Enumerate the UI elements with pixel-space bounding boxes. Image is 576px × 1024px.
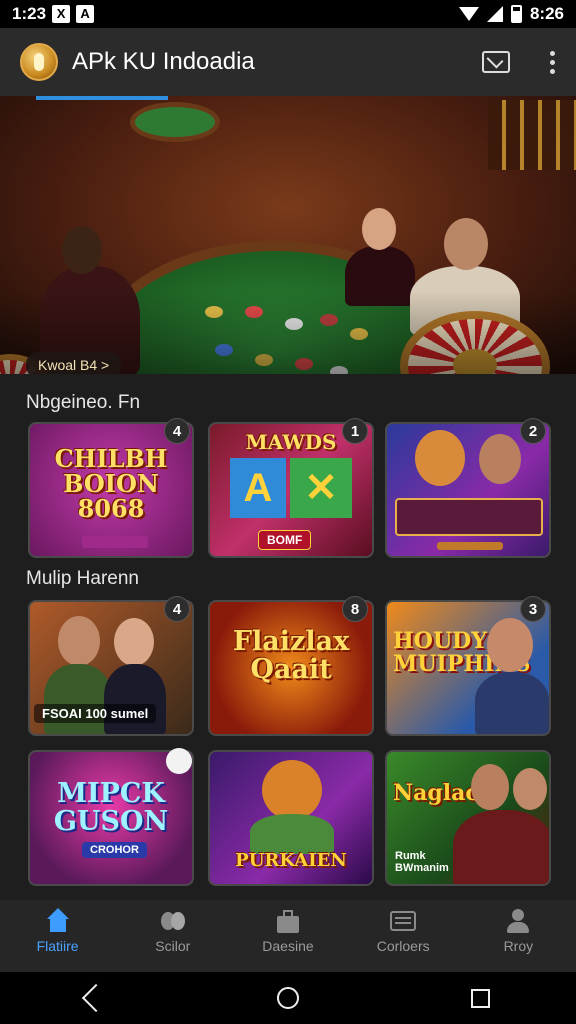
game-card-title: PURKAIEN xyxy=(235,850,347,871)
nav-label: Corloers xyxy=(376,938,430,954)
person-body xyxy=(104,664,166,734)
game-card-sub: FSOAI 100 sumel xyxy=(34,704,157,723)
symbol-a: A xyxy=(230,458,286,518)
wifi-icon xyxy=(458,7,479,21)
list-icon xyxy=(389,908,417,934)
lion-mascot xyxy=(415,430,465,486)
home-icon xyxy=(44,908,72,934)
back-icon[interactable] xyxy=(81,983,110,1013)
rank-badge: 1 xyxy=(342,418,368,444)
favorite-badge-icon[interactable] xyxy=(166,748,192,774)
game-card[interactable]: FSOAI 100 sumel xyxy=(28,600,194,736)
nav-item-corloers[interactable]: Corloers xyxy=(353,908,453,954)
battery-icon xyxy=(510,5,522,23)
game-card[interactable]: PURKAIEN xyxy=(208,750,374,886)
home-circle-icon[interactable] xyxy=(277,987,300,1009)
rank-badge: 4 xyxy=(164,596,190,622)
nav-item-home[interactable]: Flatiire xyxy=(8,908,108,954)
nav-label: Rroy xyxy=(503,938,534,954)
section-title-1: Nbgeineo. Fn xyxy=(26,392,141,413)
rank-badge: 8 xyxy=(342,596,368,622)
mascot-body xyxy=(250,814,334,854)
bag-icon xyxy=(274,908,302,934)
host-body xyxy=(475,672,549,734)
person-body xyxy=(44,664,112,734)
nav-label: Daesine xyxy=(262,938,314,954)
person-head xyxy=(58,616,100,666)
slot-bar xyxy=(437,542,503,550)
app-actions xyxy=(482,50,556,74)
mail-icon[interactable] xyxy=(482,51,510,73)
recents-icon[interactable] xyxy=(471,988,491,1008)
person-head xyxy=(114,618,154,666)
banner-chip-label[interactable]: Kwoal B4 > xyxy=(26,352,122,374)
nav-label: Scilor xyxy=(155,938,191,954)
notification-x-icon: X xyxy=(52,5,71,23)
game-card-sub: Rumk BWmanim xyxy=(395,850,449,874)
nav-item-scilor[interactable]: Scilor xyxy=(123,908,223,954)
rank-badge: 3 xyxy=(520,596,546,622)
nav-label: Flatiire xyxy=(36,938,79,954)
signal-icon xyxy=(486,6,503,22)
game-card-sub: BOMF xyxy=(258,530,312,550)
app-bar: APk KU Indoadia xyxy=(0,28,576,96)
rank-badge: 2 xyxy=(520,418,546,444)
game-card-title: MIPCK GUSON xyxy=(53,778,169,838)
profile-icon xyxy=(504,908,532,934)
game-card-sub: CROHOR xyxy=(82,842,147,858)
symbol-x: ✕ xyxy=(290,458,352,518)
hero-banner[interactable]: Kwoal B4 > xyxy=(0,96,576,374)
rank-badge: 4 xyxy=(164,418,190,444)
bottom-nav: Flatiire Scilor Daesine Corloers Rroy xyxy=(0,900,576,972)
game-card-title: Flaizlax Qaait xyxy=(232,626,350,686)
status-time: 1:23 xyxy=(12,4,47,23)
host-head xyxy=(479,434,521,484)
status-clock: 8:26 xyxy=(529,4,564,23)
host-body xyxy=(453,810,549,884)
host-head xyxy=(471,764,509,810)
system-nav-bar xyxy=(0,972,576,1024)
banner-shade xyxy=(0,96,576,374)
game-card[interactable]: CHILBH BOION 8068 xyxy=(28,422,194,558)
game-card[interactable]: Naglao Rumk BWmanim xyxy=(385,750,551,886)
chips-icon xyxy=(159,908,187,934)
nav-item-daesine[interactable]: Daesine xyxy=(238,908,338,954)
game-card-bar xyxy=(82,536,148,548)
more-vert-icon[interactable] xyxy=(550,50,556,74)
mascot-head xyxy=(262,760,322,820)
nav-item-rroy[interactable]: Rroy xyxy=(468,908,568,954)
status-bar: 1:23 X A 8:26 xyxy=(0,0,576,28)
slot-reels xyxy=(395,498,543,536)
section-title-2: Mulip Harenn xyxy=(26,568,139,589)
status-right: 8:26 xyxy=(458,4,564,24)
host-head xyxy=(513,768,547,810)
host-head xyxy=(487,618,533,672)
app-title: APk KU Indoadia xyxy=(72,48,255,75)
notification-a-icon: A xyxy=(76,5,95,23)
game-card-title: CHILBH BOION 8068 xyxy=(54,444,168,524)
status-left: 1:23 X A xyxy=(12,4,95,24)
app-logo-icon xyxy=(20,43,58,81)
